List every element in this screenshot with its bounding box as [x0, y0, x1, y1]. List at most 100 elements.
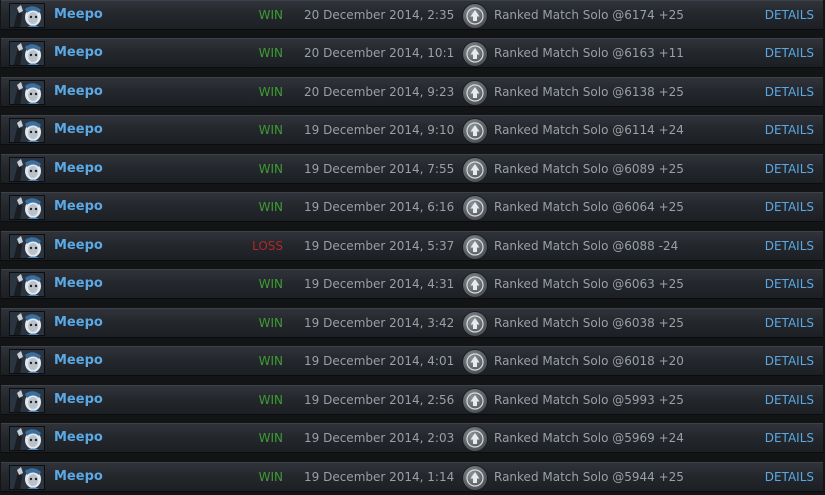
ranked-mode-icon — [463, 427, 487, 451]
game-mode-label: Ranked Match Solo @6038 +25 — [494, 316, 684, 330]
hero-portrait-icon[interactable] — [9, 195, 45, 220]
match-result: WIN — [258, 123, 283, 137]
match-history-list: Meepo WIN 20 December 2014, 2:35 Ranked … — [0, 0, 825, 495]
ranked-mode-icon — [463, 350, 487, 374]
game-mode-label: Ranked Match Solo @6114 +24 — [494, 123, 684, 137]
match-date: 20 December 2014, 10:1 — [304, 46, 455, 60]
details-link[interactable]: DETAILS — [765, 200, 814, 214]
hero-portrait-icon[interactable] — [9, 118, 45, 143]
match-row-1[interactable]: Meepo WIN 20 December 2014, 2:35 Ranked … — [1, 0, 823, 30]
game-mode-label: Ranked Match Solo @6088 -24 — [494, 239, 679, 253]
hero-name[interactable]: Meepo — [54, 84, 103, 99]
game-mode-label: Ranked Match Solo @5969 +24 — [494, 431, 684, 445]
hero-name[interactable]: Meepo — [54, 392, 103, 407]
details-link[interactable]: DETAILS — [765, 8, 814, 22]
hero-name[interactable]: Meepo — [54, 276, 103, 291]
match-row-2[interactable]: Meepo WIN 20 December 2014, 10:1 Ranked … — [1, 38, 823, 68]
details-link[interactable]: DETAILS — [765, 46, 814, 60]
details-link[interactable]: DETAILS — [765, 277, 814, 291]
game-mode-label: Ranked Match Solo @6174 +25 — [494, 8, 684, 22]
match-result: WIN — [258, 85, 283, 99]
match-date: 19 December 2014, 2:56 — [304, 393, 455, 407]
hero-portrait-icon[interactable] — [9, 157, 45, 182]
hero-name[interactable]: Meepo — [54, 7, 103, 22]
hero-name[interactable]: Meepo — [54, 238, 103, 253]
ranked-mode-icon — [463, 196, 487, 220]
match-row-4[interactable]: Meepo WIN 19 December 2014, 9:10 Ranked … — [1, 115, 823, 145]
match-row-8[interactable]: Meepo WIN 19 December 2014, 4:31 Ranked … — [1, 269, 823, 299]
ranked-mode-icon — [463, 312, 487, 336]
match-row-6[interactable]: Meepo WIN 19 December 2014, 6:16 Ranked … — [1, 192, 823, 222]
match-row-9[interactable]: Meepo WIN 19 December 2014, 3:42 Ranked … — [1, 308, 823, 338]
details-link[interactable]: DETAILS — [765, 470, 814, 484]
hero-portrait-icon[interactable] — [9, 234, 45, 259]
match-date: 19 December 2014, 6:16 — [304, 200, 455, 214]
game-mode-label: Ranked Match Solo @6163 +11 — [494, 46, 684, 60]
details-link[interactable]: DETAILS — [765, 85, 814, 99]
ranked-mode-icon — [463, 119, 487, 143]
details-link[interactable]: DETAILS — [765, 393, 814, 407]
hero-name[interactable]: Meepo — [54, 353, 103, 368]
game-mode-label: Ranked Match Solo @6018 +20 — [494, 354, 684, 368]
match-date: 20 December 2014, 9:23 — [304, 85, 455, 99]
hero-portrait-icon[interactable] — [9, 3, 45, 28]
hero-portrait-icon[interactable] — [9, 426, 45, 451]
match-row-5[interactable]: Meepo WIN 19 December 2014, 7:55 Ranked … — [1, 154, 823, 184]
match-result: WIN — [258, 354, 283, 368]
game-mode-label: Ranked Match Solo @6089 +25 — [494, 162, 684, 176]
details-link[interactable]: DETAILS — [765, 354, 814, 368]
match-date: 19 December 2014, 9:10 — [304, 123, 455, 137]
ranked-mode-icon — [463, 4, 487, 28]
hero-name[interactable]: Meepo — [54, 199, 103, 214]
hero-portrait-icon[interactable] — [9, 349, 45, 374]
hero-portrait-icon[interactable] — [9, 80, 45, 105]
hero-portrait-icon[interactable] — [9, 41, 45, 66]
details-link[interactable]: DETAILS — [765, 239, 814, 253]
details-link[interactable]: DETAILS — [765, 162, 814, 176]
game-mode-label: Ranked Match Solo @6064 +25 — [494, 200, 684, 214]
match-row-10[interactable]: Meepo WIN 19 December 2014, 4:01 Ranked … — [1, 346, 823, 376]
match-result: WIN — [258, 470, 283, 484]
match-result: WIN — [258, 46, 283, 60]
hero-name[interactable]: Meepo — [54, 315, 103, 330]
ranked-mode-icon — [463, 158, 487, 182]
game-mode-label: Ranked Match Solo @5944 +25 — [494, 470, 684, 484]
ranked-mode-icon — [463, 389, 487, 413]
match-result: WIN — [258, 200, 283, 214]
game-mode-label: Ranked Match Solo @5993 +25 — [494, 393, 684, 407]
match-row-12[interactable]: Meepo WIN 19 December 2014, 2:03 Ranked … — [1, 423, 823, 453]
match-date: 20 December 2014, 2:35 — [304, 8, 455, 22]
hero-portrait-icon[interactable] — [9, 311, 45, 336]
details-link[interactable]: DETAILS — [765, 123, 814, 137]
match-result: WIN — [258, 8, 283, 22]
match-date: 19 December 2014, 3:42 — [304, 316, 455, 330]
hero-portrait-icon[interactable] — [9, 272, 45, 297]
details-link[interactable]: DETAILS — [765, 431, 814, 445]
match-result: WIN — [258, 316, 283, 330]
ranked-mode-icon — [463, 273, 487, 297]
game-mode-label: Ranked Match Solo @6063 +25 — [494, 277, 684, 291]
match-result: WIN — [258, 431, 283, 445]
match-row-3[interactable]: Meepo WIN 20 December 2014, 9:23 Ranked … — [1, 77, 823, 107]
ranked-mode-icon — [463, 42, 487, 66]
hero-name[interactable]: Meepo — [54, 122, 103, 137]
game-mode-label: Ranked Match Solo @6138 +25 — [494, 85, 684, 99]
ranked-mode-icon — [463, 235, 487, 259]
match-row-13[interactable]: Meepo WIN 19 December 2014, 1:14 Ranked … — [1, 462, 823, 492]
ranked-mode-icon — [463, 466, 487, 490]
match-row-7[interactable]: Meepo LOSS 19 December 2014, 5:37 Ranked… — [1, 231, 823, 261]
match-date: 19 December 2014, 7:55 — [304, 162, 455, 176]
match-result: WIN — [258, 393, 283, 407]
hero-portrait-icon[interactable] — [9, 465, 45, 490]
match-row-11[interactable]: Meepo WIN 19 December 2014, 2:56 Ranked … — [1, 385, 823, 415]
hero-name[interactable]: Meepo — [54, 45, 103, 60]
ranked-mode-icon — [463, 81, 487, 105]
details-link[interactable]: DETAILS — [765, 316, 814, 330]
hero-name[interactable]: Meepo — [54, 469, 103, 484]
hero-name[interactable]: Meepo — [54, 161, 103, 176]
match-date: 19 December 2014, 2:03 — [304, 431, 455, 445]
match-result: WIN — [258, 277, 283, 291]
hero-portrait-icon[interactable] — [9, 388, 45, 413]
hero-name[interactable]: Meepo — [54, 430, 103, 445]
match-result: LOSS — [252, 239, 283, 253]
